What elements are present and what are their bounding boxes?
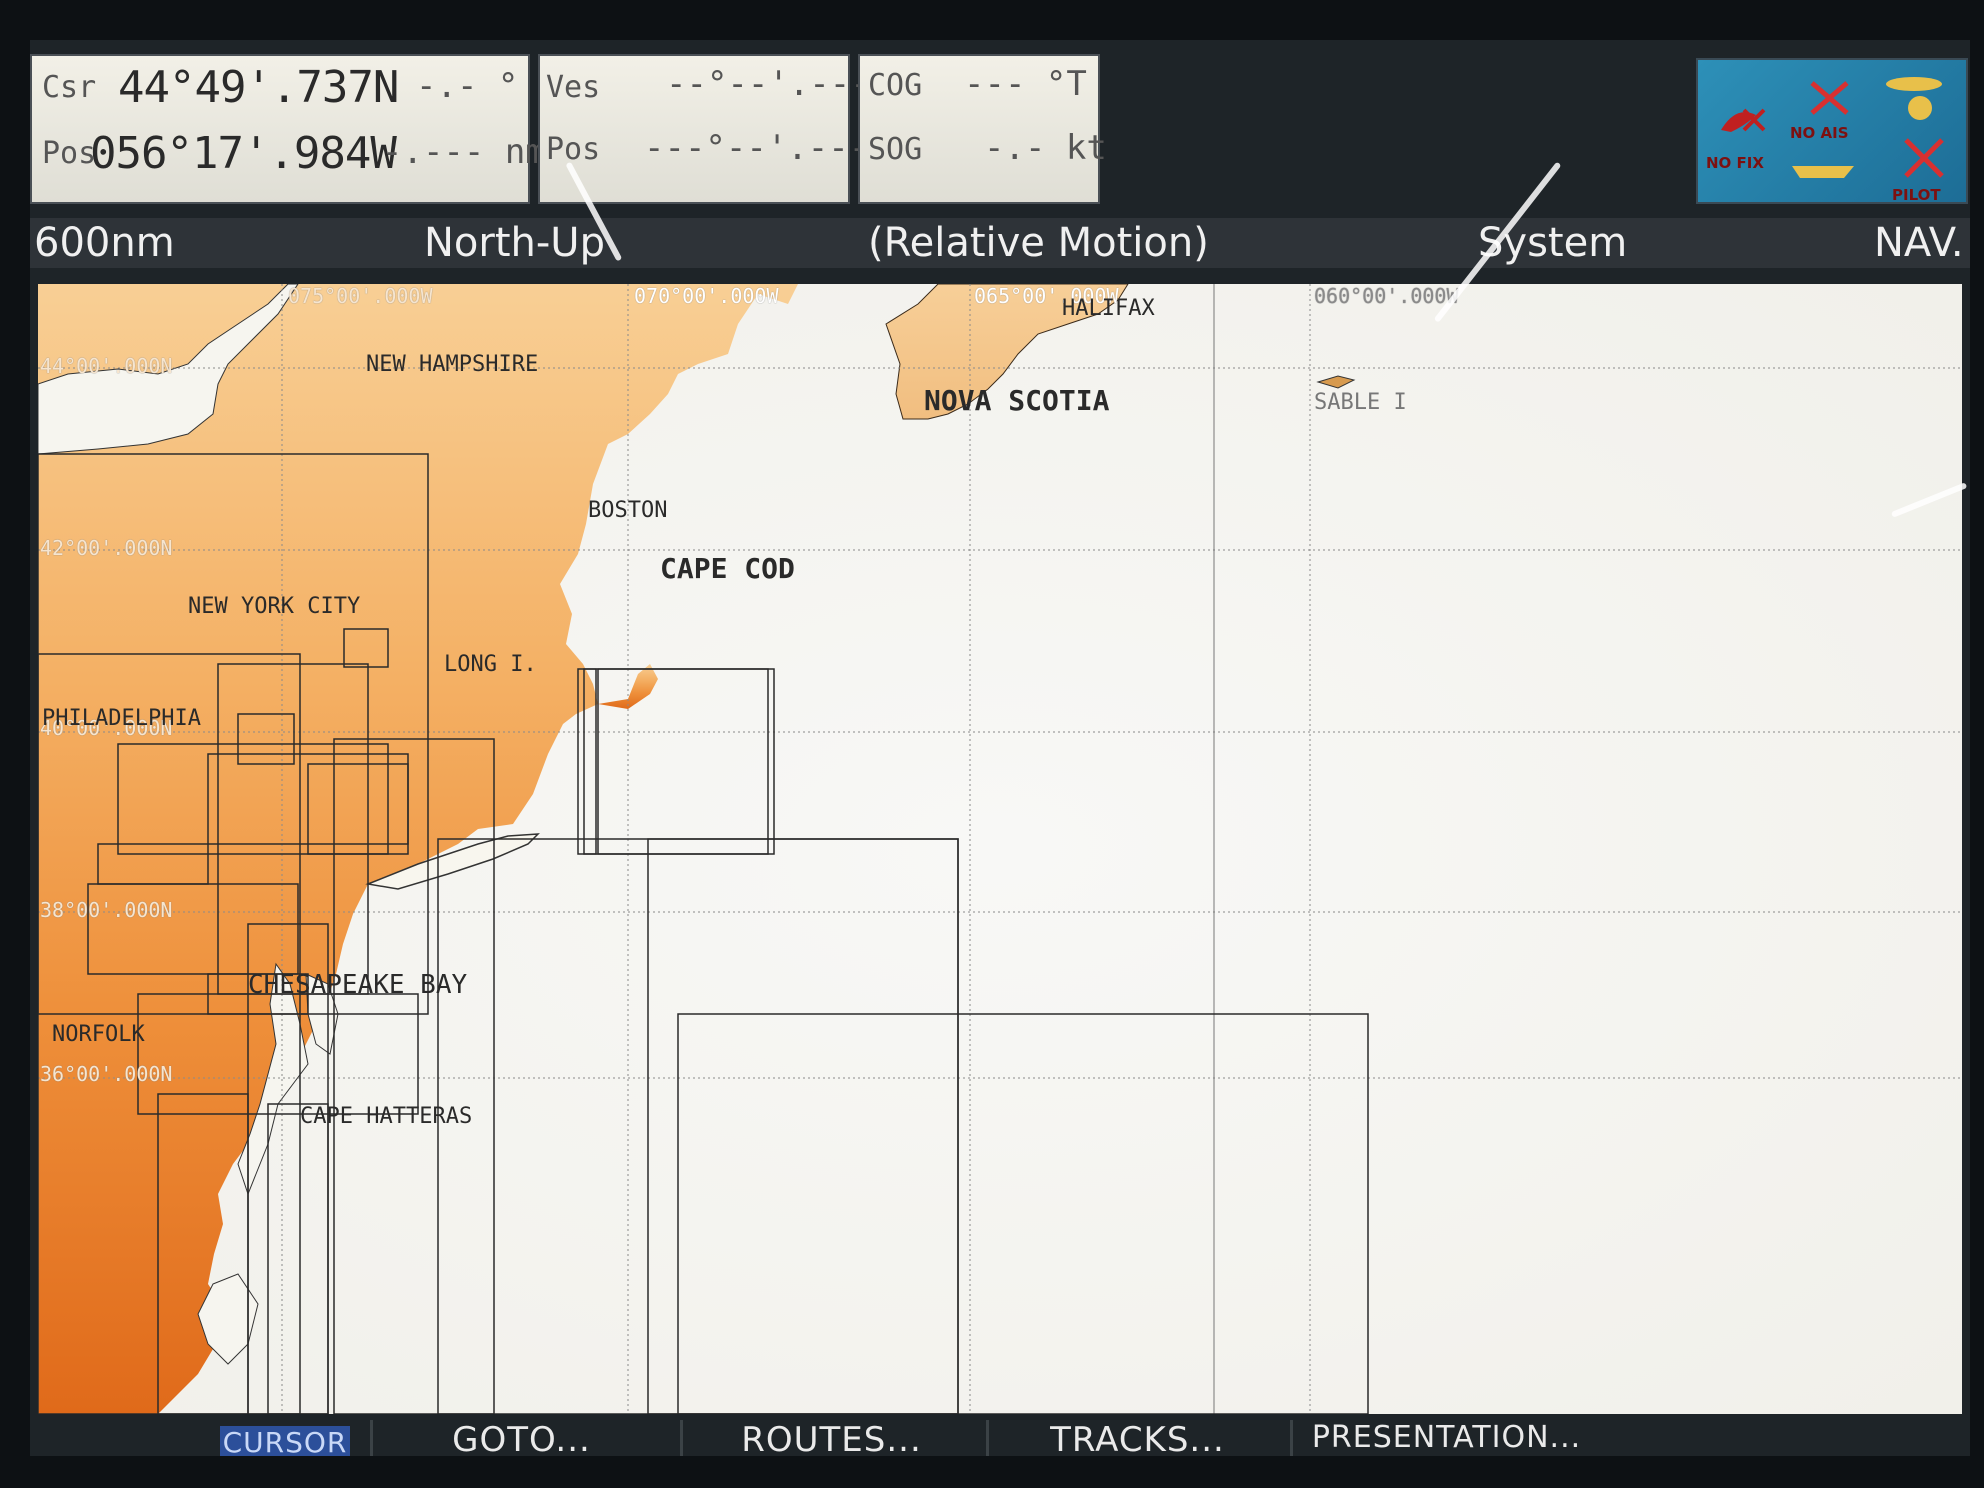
status-icons-panel: NO FIX NO AIS PILOT: [1696, 58, 1968, 204]
cursor-longitude: 056°17'.984W: [90, 128, 397, 179]
noais-label: NO AIS: [1790, 124, 1849, 142]
vessel-position-panel: Ves --°--'.--- Pos ---°--'.---: [538, 54, 871, 204]
lat-label-38n: 38°00'.000N: [40, 898, 173, 922]
chartplotter-screen: Csr 44°49'.737N -.- ° Pos 056°17'.984W -…: [30, 40, 1970, 1460]
csr-label: Csr: [42, 70, 97, 105]
sog-value: -.- kt: [984, 128, 1107, 168]
cog-label: COG: [868, 68, 923, 103]
lat-label-36n: 36°00'.000N: [40, 1062, 173, 1086]
gps-icon: [1721, 108, 1766, 132]
presentation-softkey[interactable]: PRESENTATION...: [1290, 1420, 1600, 1456]
label-cape-hatteras: CAPE HATTERAS: [300, 1104, 473, 1129]
motion-mode[interactable]: (Relative Motion): [868, 220, 1209, 266]
cursor-latitude: 44°49'.737N: [118, 62, 399, 113]
lon-label-60w: 060°00'.000W: [1314, 284, 1459, 308]
navigation-chart[interactable]: 075°00'.000W 070°00'.000W 065°00'.000W 0…: [38, 284, 1962, 1414]
goto-softkey[interactable]: GOTO...: [370, 1420, 670, 1460]
lon-label-75w: 075°00'.000W: [288, 284, 433, 308]
vessel-pos-label: Pos: [546, 132, 601, 167]
vessel-longitude: ---°--'.---: [644, 128, 870, 168]
cursor-bearing: -.- °: [416, 66, 519, 106]
label-boston: BOSTON: [588, 498, 668, 523]
label-cape-cod: CAPE COD: [660, 552, 795, 585]
range-scale[interactable]: 600nm: [34, 220, 175, 266]
chart-canvas: [38, 284, 1962, 1414]
boat-icon: [1792, 166, 1854, 178]
cog-value: --- °T: [964, 64, 1087, 104]
label-philadelphia: PHILADELPHIA: [42, 706, 201, 731]
label-norfolk: NORFOLK: [52, 1022, 145, 1047]
ais-icon: [1810, 81, 1849, 115]
cursor-softkey[interactable]: CURSOR: [220, 1426, 350, 1459]
nav-indicator: NAV.: [1874, 220, 1964, 266]
softkey-bar: CURSOR GOTO... ROUTES... TRACKS... PRESE…: [30, 1420, 1970, 1460]
chart-status-bar: 600nm North-Up (Relative Motion) System …: [30, 218, 1970, 268]
pilot-icon: [1904, 138, 1944, 178]
label-sable-island: SABLE I: [1314, 390, 1407, 415]
label-nova-scotia: NOVA SCOTIA: [924, 384, 1110, 417]
label-new-hampshire: NEW HAMPSHIRE: [366, 352, 539, 377]
autopilot-icon: [1886, 77, 1942, 120]
vessel-latitude: --°--'.---: [666, 64, 871, 104]
cursor-range: -.--- nm: [382, 132, 546, 172]
pilot-label: PILOT: [1892, 186, 1941, 204]
nofix-label: NO FIX: [1706, 154, 1764, 172]
tracks-softkey[interactable]: TRACKS...: [986, 1420, 1286, 1460]
routes-softkey[interactable]: ROUTES...: [680, 1420, 980, 1460]
cursor-pos-label: Pos: [42, 136, 97, 171]
label-halifax: HALIFAX: [1062, 296, 1155, 321]
orientation-mode[interactable]: North-Up: [424, 220, 605, 266]
course-speed-panel: COG --- °T SOG -.- kt: [858, 54, 1107, 204]
lon-label-70w: 070°00'.000W: [634, 284, 779, 308]
sog-label: SOG: [868, 132, 923, 167]
cursor-position-panel: Csr 44°49'.737N -.- ° Pos 056°17'.984W -…: [30, 54, 546, 204]
ves-label: Ves: [546, 70, 601, 105]
lat-label-44n: 44°00'.000N: [40, 354, 173, 378]
label-new-york-city: NEW YORK CITY: [188, 594, 361, 619]
label-long-island: LONG I.: [444, 652, 537, 677]
label-chesapeake-bay: CHESAPEAKE BAY: [248, 970, 468, 1000]
lat-label-42n: 42°00'.000N: [40, 536, 173, 560]
